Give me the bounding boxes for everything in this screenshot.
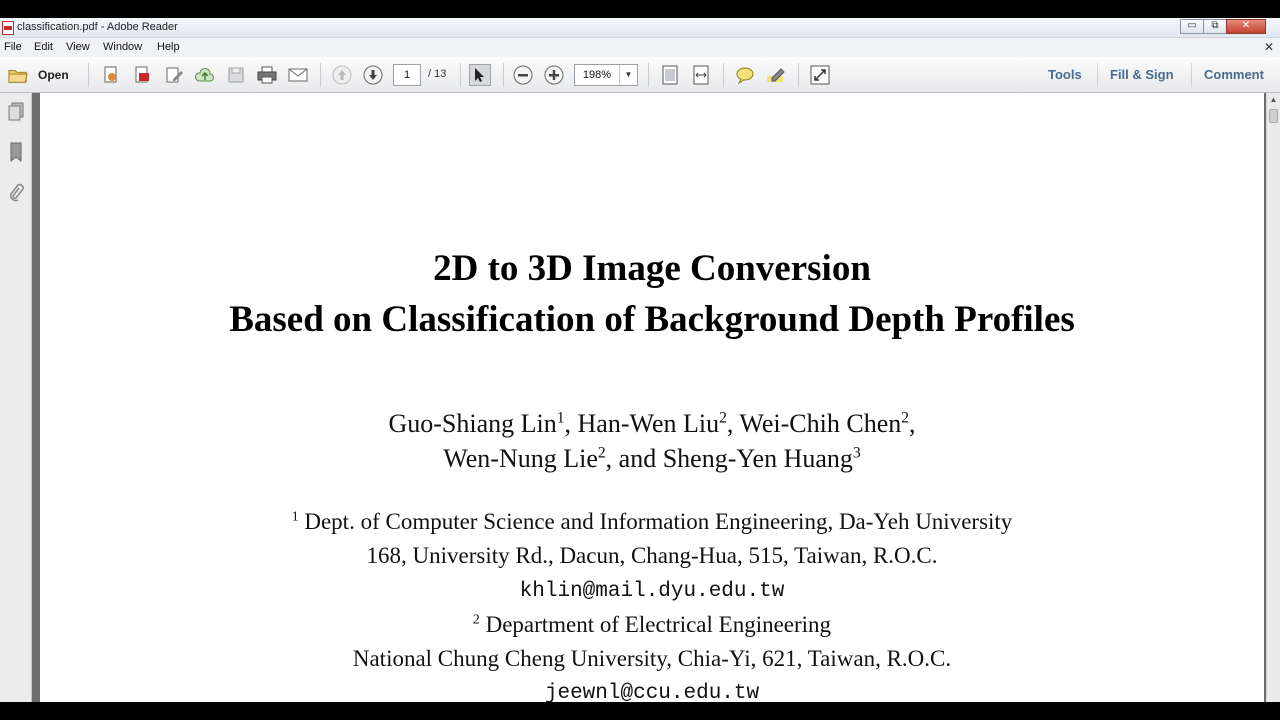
scroll-up-arrow-icon[interactable]: ▲ (1267, 93, 1280, 107)
tools-button[interactable]: Tools (1048, 67, 1082, 82)
print-icon[interactable] (257, 65, 277, 85)
fit-page-icon[interactable] (660, 65, 680, 85)
affiliation-1-email[interactable]: khlin@mail.dyu.edu.tw (40, 580, 1264, 603)
fullscreen-icon[interactable] (810, 65, 830, 85)
bookmarks-icon[interactable] (6, 141, 26, 163)
affiliation-mark: 2 (472, 611, 480, 627)
authors-line-2: Wen-Nung Lie2, and Sheng-Yen Huang3 (40, 444, 1264, 474)
toolbar-separator (460, 63, 461, 87)
comment-button[interactable]: Comment (1204, 67, 1264, 82)
highlight-icon[interactable] (766, 65, 786, 85)
author-separator: , (909, 409, 916, 438)
author-affiliation-mark: 2 (719, 409, 727, 427)
email-icon[interactable] (288, 65, 308, 85)
fit-width-icon[interactable] (691, 65, 711, 85)
next-page-icon[interactable] (363, 65, 383, 85)
affiliation-text: Department of Electrical Engineering (479, 612, 832, 637)
affiliation-2-address: National Chung Cheng University, Chia-Yi… (352, 646, 952, 671)
pdf-page[interactable]: 2D to 3D Image Conversion Based on Class… (40, 93, 1264, 702)
menu-bar: File Edit View Window Help ✕ (0, 38, 1280, 57)
author-name: , Wei-Chih Chen (726, 409, 902, 438)
menu-file[interactable]: File (4, 41, 22, 53)
scroll-thumb[interactable] (1269, 109, 1278, 123)
cloud-upload-icon[interactable] (195, 65, 215, 85)
author-name: Guo-Shiang Lin (388, 409, 557, 438)
toolbar-separator (1097, 63, 1098, 87)
toolbar-separator (723, 63, 724, 87)
minimize-button[interactable]: ▭ (1180, 19, 1204, 34)
affiliation-2-name: 2 Department of Electrical Engineering (40, 612, 1264, 638)
pdf-app-icon (2, 21, 14, 35)
screen-top-border (0, 0, 1280, 18)
author-affiliation-mark: 2 (901, 409, 910, 427)
toolbar-separator (88, 63, 89, 87)
open-folder-icon[interactable] (8, 65, 28, 85)
close-button[interactable]: ✕ (1226, 19, 1266, 34)
chevron-down-icon[interactable]: ▼ (619, 65, 637, 85)
toolbar-separator (648, 63, 649, 87)
save-icon[interactable] (226, 65, 246, 85)
author-affiliation-mark: 2 (597, 444, 606, 462)
title-bar: classification.pdf - Adobe Reader ▭ ⧉ ✕ (0, 18, 1280, 38)
zoom-in-icon[interactable] (544, 65, 564, 85)
open-button[interactable]: Open (38, 68, 69, 82)
export-pdf-icon[interactable] (132, 65, 152, 85)
affiliation-text: Dept. of Computer Science and Informatio… (298, 509, 1013, 534)
affiliation-2-email[interactable]: jeewnl@ccu.edu.tw (40, 682, 1264, 702)
restore-button[interactable]: ⧉ (1203, 19, 1227, 34)
sticky-note-icon[interactable] (735, 65, 755, 85)
window-controls: ▭ ⧉ ✕ (1180, 19, 1266, 35)
zoom-out-icon[interactable] (513, 65, 533, 85)
zoom-value[interactable]: 198% (575, 65, 619, 85)
authors-line-1: Guo-Shiang Lin1, Han-Wen Liu2, Wei-Chih … (40, 409, 1264, 439)
affiliation-mark: 1 (291, 508, 299, 524)
author-name: , and Sheng-Yen Huang (605, 444, 853, 473)
fill-and-sign-button[interactable]: Fill & Sign (1110, 67, 1174, 82)
paper-title-line-2: Based on Classification of Background De… (229, 299, 1075, 340)
document-area[interactable]: 2D to 3D Image Conversion Based on Class… (32, 93, 1266, 702)
previous-page-icon[interactable] (332, 65, 352, 85)
affiliation-1-address: 168, University Rd., Dacun, Chang-Hua, 5… (366, 543, 938, 568)
zoom-select[interactable]: 198% ▼ (574, 64, 638, 86)
affiliation-1-name: 1 Dept. of Computer Science and Informat… (40, 509, 1264, 535)
author-affiliation-mark: 1 (556, 409, 565, 427)
page-total: / 13 (428, 68, 447, 80)
window-title: classification.pdf - Adobe Reader (17, 21, 178, 33)
author-name: , Han-Wen Liu (564, 409, 720, 438)
menu-help[interactable]: Help (157, 41, 180, 53)
author-affiliation-mark: 3 (852, 444, 861, 462)
toolbar-separator (320, 63, 321, 87)
author-name: Wen-Nung Lie (443, 444, 598, 473)
screen-bottom-border (0, 702, 1280, 720)
menu-window[interactable]: Window (103, 41, 142, 53)
attachments-icon[interactable] (6, 182, 26, 204)
page-thumbnails-icon[interactable] (6, 101, 26, 123)
navigation-pane (0, 93, 32, 702)
close-document-icon[interactable]: ✕ (1264, 40, 1274, 54)
menu-view[interactable]: View (66, 41, 90, 53)
edit-pdf-icon[interactable] (164, 65, 184, 85)
menu-edit[interactable]: Edit (34, 41, 53, 53)
select-tool-icon[interactable] (469, 64, 491, 86)
paper-title-line-1: 2D to 3D Image Conversion (433, 248, 871, 289)
toolbar: Open 1 / 13 198% ▼ Tools Fill & Sign Com… (0, 57, 1280, 93)
page-number-input[interactable]: 1 (393, 64, 421, 86)
toolbar-separator (1191, 63, 1192, 87)
toolbar-separator (503, 63, 504, 87)
toolbar-separator (798, 63, 799, 87)
create-pdf-icon[interactable] (101, 65, 121, 85)
vertical-scrollbar[interactable]: ▲ (1266, 93, 1280, 702)
